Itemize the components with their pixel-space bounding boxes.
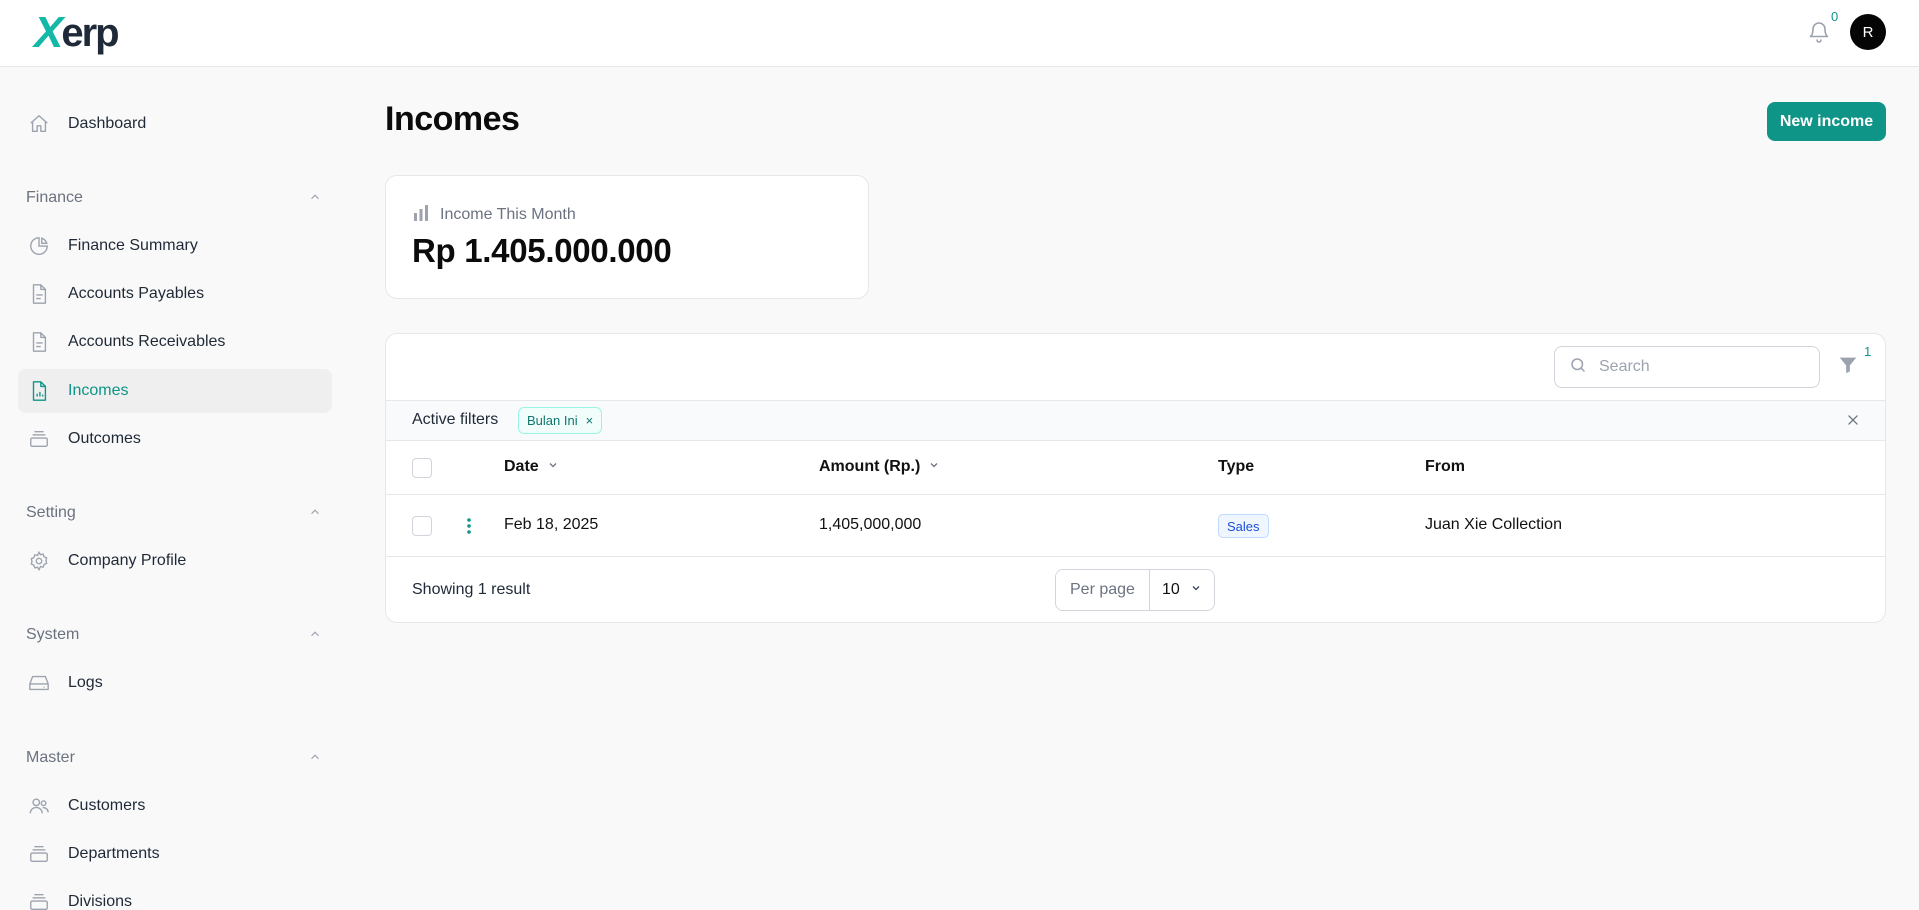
sidebar-item-incomes[interactable]: Incomes <box>18 369 332 413</box>
document-chart-icon <box>28 380 50 402</box>
column-header-label: Amount (Rp.) <box>819 458 921 475</box>
per-page-select[interactable]: Per page 10 <box>1055 569 1215 611</box>
remove-filter-icon[interactable]: × <box>586 413 594 428</box>
sidebar-item-outcomes[interactable]: Outcomes <box>18 417 332 461</box>
clear-filters-icon[interactable] <box>1842 409 1864 431</box>
top-bar: Xerp 0 R <box>0 0 1919 67</box>
sidebar-group-setting[interactable]: Setting <box>26 501 322 525</box>
chevron-up-icon <box>308 504 322 523</box>
logo-text: erp <box>61 11 119 55</box>
filter-icon[interactable] <box>1837 354 1861 378</box>
sidebar-item-label: Dashboard <box>68 115 147 132</box>
column-header-type: Type <box>1218 458 1255 475</box>
bar-chart-icon <box>412 204 430 226</box>
home-icon <box>28 113 50 135</box>
group-label: Finance <box>26 189 83 206</box>
users-icon <box>28 795 50 817</box>
chevron-up-icon <box>308 749 322 768</box>
chevron-up-icon <box>308 626 322 645</box>
pie-chart-icon <box>28 235 50 257</box>
active-filters-bar: Active filters Bulan Ini × <box>386 400 1885 441</box>
notifications-count-badge: 0 <box>1831 9 1839 24</box>
column-header-label: Date <box>504 458 539 475</box>
column-header-amount[interactable]: Amount (Rp.) <box>819 458 940 476</box>
sidebar-item-label: Departments <box>68 845 160 862</box>
stat-label-row: Income This Month <box>412 204 576 226</box>
filter-chip: Bulan Ini × <box>518 407 603 434</box>
chevron-down-icon <box>547 458 559 476</box>
notifications-bell-icon[interactable] <box>1807 20 1831 44</box>
sidebar-item-label: Company Profile <box>68 552 187 569</box>
cell-date: Feb 18, 2025 <box>504 516 599 533</box>
sidebar-item-label: Finance Summary <box>68 237 198 254</box>
table-header: Date Amount (Rp.) Type From <box>386 441 1885 495</box>
user-avatar[interactable]: R <box>1850 14 1886 50</box>
sidebar-item-accounts-receivables[interactable]: Accounts Receivables <box>18 320 332 364</box>
search-field[interactable] <box>1554 346 1820 388</box>
document-icon <box>28 283 50 305</box>
filter-count-badge: 1 <box>1864 344 1872 359</box>
sidebar-group-master[interactable]: Master <box>26 746 322 770</box>
sidebar-item-company-profile[interactable]: Company Profile <box>18 539 332 583</box>
per-page-label: Per page <box>1056 570 1150 610</box>
sidebar-item-customers[interactable]: Customers <box>18 784 332 828</box>
page-title: Incomes <box>385 100 520 138</box>
chevron-down-icon <box>928 458 940 476</box>
income-this-month-card: Income This Month Rp 1.405.000.000 <box>385 175 869 299</box>
document-icon <box>28 331 50 353</box>
sidebar-item-divisions[interactable]: Divisions <box>18 880 332 910</box>
sidebar-item-label: Outcomes <box>68 430 141 447</box>
stat-label: Income This Month <box>440 206 576 223</box>
stack-icon <box>28 843 50 865</box>
table-footer: Showing 1 result Per page 10 <box>386 557 1885 622</box>
column-header-date[interactable]: Date <box>504 458 559 476</box>
sidebar-item-label: Accounts Payables <box>68 285 205 302</box>
sidebar-item-label: Incomes <box>68 382 129 399</box>
sidebar-item-dashboard[interactable]: Dashboard <box>18 102 332 146</box>
sidebar-item-logs[interactable]: Logs <box>18 661 332 705</box>
sidebar-item-departments[interactable]: Departments <box>18 832 332 876</box>
sidebar-group-finance[interactable]: Finance <box>26 186 322 210</box>
per-page-value[interactable]: 10 <box>1149 570 1214 610</box>
stack-icon <box>28 428 50 450</box>
cell-amount: 1,405,000,000 <box>819 516 922 533</box>
group-label: Master <box>26 749 75 766</box>
sidebar: Dashboard Finance Finance Summary Accoun… <box>0 67 340 910</box>
select-all-checkbox[interactable] <box>412 458 432 478</box>
hard-drive-icon <box>28 672 50 694</box>
table-row[interactable]: Feb 18, 2025 1,405,000,000 Sales Juan Xi… <box>386 495 1885 557</box>
sidebar-item-label: Customers <box>68 797 146 814</box>
group-label: Setting <box>26 504 76 521</box>
sidebar-item-finance-summary[interactable]: Finance Summary <box>18 224 332 268</box>
results-count: Showing 1 result <box>412 581 531 598</box>
stack-icon <box>28 891 50 910</box>
more-actions-icon[interactable] <box>461 516 477 536</box>
search-input[interactable] <box>1599 358 1799 376</box>
sidebar-group-system[interactable]: System <box>26 623 322 647</box>
per-page-selected: 10 <box>1161 581 1180 598</box>
new-income-button[interactable]: New income <box>1767 102 1886 141</box>
sidebar-item-accounts-payables[interactable]: Accounts Payables <box>18 272 332 316</box>
chevron-down-icon <box>1180 581 1202 599</box>
type-badge: Sales <box>1218 514 1269 538</box>
column-header-from: From <box>1425 458 1465 475</box>
app-logo[interactable]: Xerp <box>34 8 120 57</box>
incomes-table-card: 1 Active filters Bulan Ini × Date Amount… <box>385 333 1886 623</box>
sidebar-item-label: Divisions <box>68 893 133 910</box>
active-filters-label: Active filters <box>412 411 499 428</box>
logo-mark: X <box>34 8 63 57</box>
cell-from: Juan Xie Collection <box>1425 516 1562 533</box>
row-checkbox[interactable] <box>412 516 432 536</box>
stat-value: Rp 1.405.000.000 <box>412 232 672 269</box>
chevron-up-icon <box>308 189 322 208</box>
gear-icon <box>28 550 50 572</box>
sidebar-item-label: Accounts Receivables <box>68 333 226 350</box>
search-icon <box>1569 356 1587 378</box>
group-label: System <box>26 626 80 643</box>
filter-chip-label: Bulan Ini <box>527 413 578 428</box>
sidebar-item-label: Logs <box>68 674 103 691</box>
